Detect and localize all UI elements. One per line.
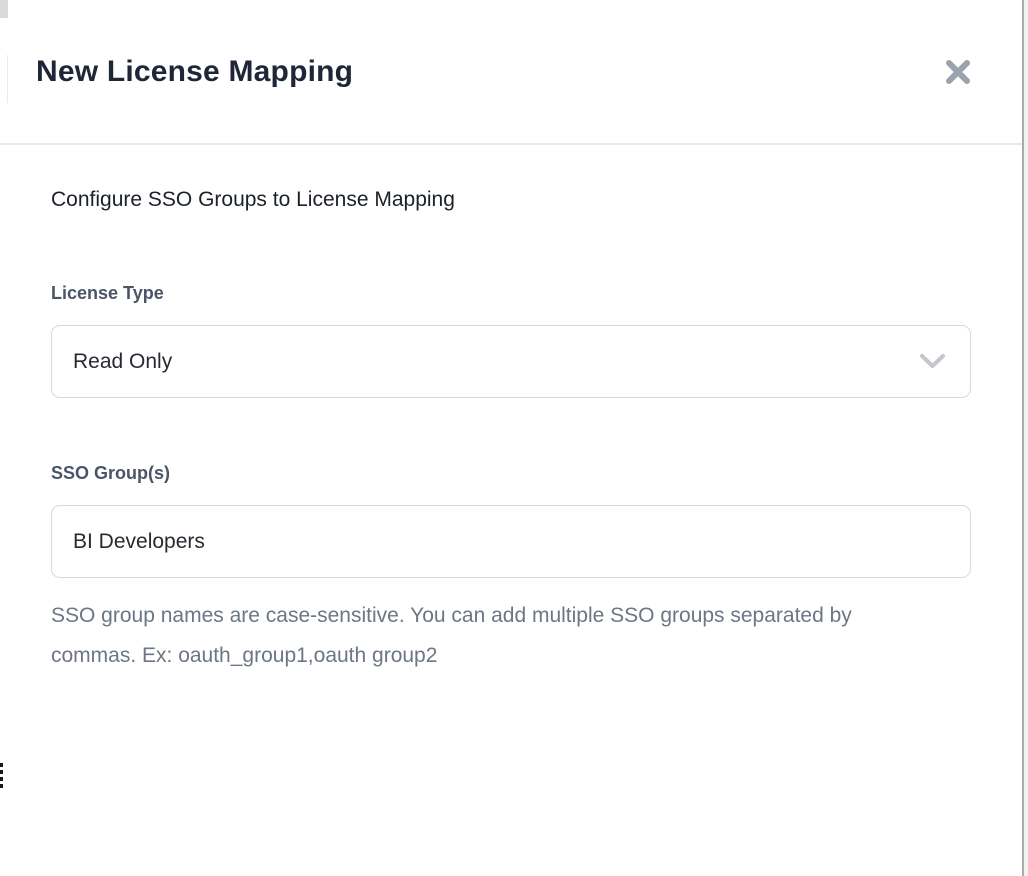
license-type-selected-value: Read Only [73, 350, 172, 374]
new-license-mapping-modal: New License Mapping Configure SSO Groups… [0, 0, 1022, 876]
sso-groups-input[interactable] [51, 505, 971, 578]
background-page-right-edge [1022, 0, 1028, 876]
license-type-select[interactable]: Read Only [51, 325, 971, 398]
page-background: New License Mapping Configure SSO Groups… [0, 0, 1028, 876]
background-page-left-edge-line [7, 55, 8, 103]
chevron-down-icon [919, 353, 946, 370]
license-type-label: License Type [51, 282, 971, 304]
close-button[interactable] [940, 54, 976, 90]
sso-groups-help-text: SSO group names are case-sensitive. You … [51, 596, 901, 676]
modal-subtitle: Configure SSO Groups to License Mapping [51, 187, 971, 213]
background-page-top-left-fragment [0, 0, 8, 18]
sso-groups-label: SSO Group(s) [51, 462, 971, 484]
modal-title: New License Mapping [36, 55, 353, 89]
modal-body: Configure SSO Groups to License Mapping … [0, 187, 1022, 676]
close-icon [944, 58, 972, 86]
modal-header: New License Mapping [0, 0, 1022, 145]
hamburger-icon-fragment [0, 763, 3, 788]
